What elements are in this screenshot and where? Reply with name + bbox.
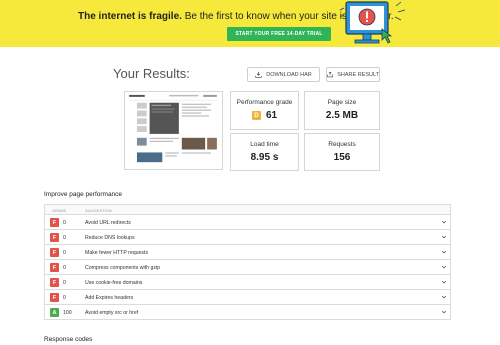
suggestion-column-header: SUGGESTION xyxy=(85,208,112,213)
row-suggestion: Use cookie-free domains xyxy=(85,280,143,286)
grade-badge: F xyxy=(50,278,59,287)
performance-score: 61 xyxy=(265,110,278,121)
table-header: GRADE SUGGESTION xyxy=(45,205,450,215)
grade-badge: F xyxy=(50,218,59,227)
row-score: 0 xyxy=(63,265,66,271)
row-suggestion: Compress components with gzip xyxy=(85,265,160,271)
requests-label: Requests xyxy=(328,141,356,148)
page-size-label: Page size xyxy=(327,99,357,106)
download-har-button[interactable]: DOWNLOAD HAR xyxy=(247,67,320,82)
share-icon xyxy=(327,71,333,78)
row-suggestion: Reduce DNS lookups xyxy=(85,235,135,241)
share-result-button[interactable]: SHARE RESULT xyxy=(326,67,380,82)
table-body: F 0 Avoid URL redirects F 0 Reduce DNS lookup… xyxy=(45,215,450,320)
row-score: 0 xyxy=(63,250,66,256)
grade-badge: F xyxy=(50,248,59,257)
table-row[interactable]: F 0 Use cookie-free domains xyxy=(45,275,450,290)
table-row[interactable]: F 0 Reduce DNS lookups xyxy=(45,230,450,245)
page-screenshot-thumbnail xyxy=(124,91,223,170)
chevron-down-icon[interactable] xyxy=(441,219,447,225)
grade-badge: F xyxy=(50,263,59,272)
monitor-alert-icon xyxy=(339,1,406,44)
download-har-label: DOWNLOAD HAR xyxy=(266,71,312,78)
response-codes-title: Response codes xyxy=(44,336,93,343)
improve-section-title: Improve page performance xyxy=(44,191,123,198)
row-score: 100 xyxy=(63,310,72,316)
load-time-label: Load time xyxy=(250,141,279,148)
banner-headline-bold: The internet is fragile. xyxy=(78,11,182,22)
grade-badge: F xyxy=(50,233,59,242)
row-suggestion: Add Expires headers xyxy=(85,295,134,301)
row-suggestion: Make fewer HTTP requests xyxy=(85,250,149,256)
performance-grade-value: D 61 xyxy=(231,110,298,121)
row-suggestion: Avoid URL redirects xyxy=(85,220,131,226)
promo-banner: The internet is fragile. Be the first to… xyxy=(0,0,500,47)
table-row[interactable]: F 0 Add Expires headers xyxy=(45,290,450,305)
table-row[interactable]: F 0 Make fewer HTTP requests xyxy=(45,245,450,260)
chevron-down-icon[interactable] xyxy=(441,264,447,270)
performance-grade-label: Performance grade xyxy=(236,99,293,106)
chevron-down-icon[interactable] xyxy=(441,249,447,255)
table-row[interactable]: F 0 Avoid URL redirects xyxy=(45,215,450,230)
requests-value: 156 xyxy=(333,152,351,163)
performance-suggestions-table: GRADE SUGGESTION F 0 Avoid URL redirects F 0… xyxy=(44,204,451,320)
load-time-card: Load time 8.95 s xyxy=(230,133,299,171)
load-time-value: 8.95 s xyxy=(250,152,279,163)
row-score: 0 xyxy=(63,235,66,241)
grade-badge: F xyxy=(50,293,59,302)
row-score: 0 xyxy=(63,280,66,286)
performance-grade-badge: D xyxy=(251,111,261,120)
row-score: 0 xyxy=(63,295,66,301)
table-row[interactable]: F 0 Compress components with gzip xyxy=(45,260,450,275)
grade-badge: A xyxy=(50,308,59,317)
chevron-down-icon[interactable] xyxy=(441,234,447,240)
table-row[interactable]: A 100 Avoid empty src or href xyxy=(45,305,450,320)
share-result-label: SHARE RESULT xyxy=(337,71,379,78)
row-suggestion: Avoid empty src or href xyxy=(85,310,139,316)
requests-card: Requests 156 xyxy=(304,133,380,171)
results-title: Your Results: xyxy=(113,66,190,81)
grade-column-header: GRADE xyxy=(52,208,67,213)
page-size-card: Page size 2.5 MB xyxy=(304,91,380,130)
start-trial-button[interactable]: START YOUR FREE 14-DAY TRIAL xyxy=(227,27,331,41)
download-icon xyxy=(255,71,262,78)
performance-grade-card: Performance grade D 61 xyxy=(230,91,299,130)
row-score: 0 xyxy=(63,220,66,226)
chevron-down-icon[interactable] xyxy=(441,294,447,300)
chevron-down-icon[interactable] xyxy=(441,309,447,315)
page-size-value: 2.5 MB xyxy=(325,110,359,121)
chevron-down-icon[interactable] xyxy=(441,279,447,285)
